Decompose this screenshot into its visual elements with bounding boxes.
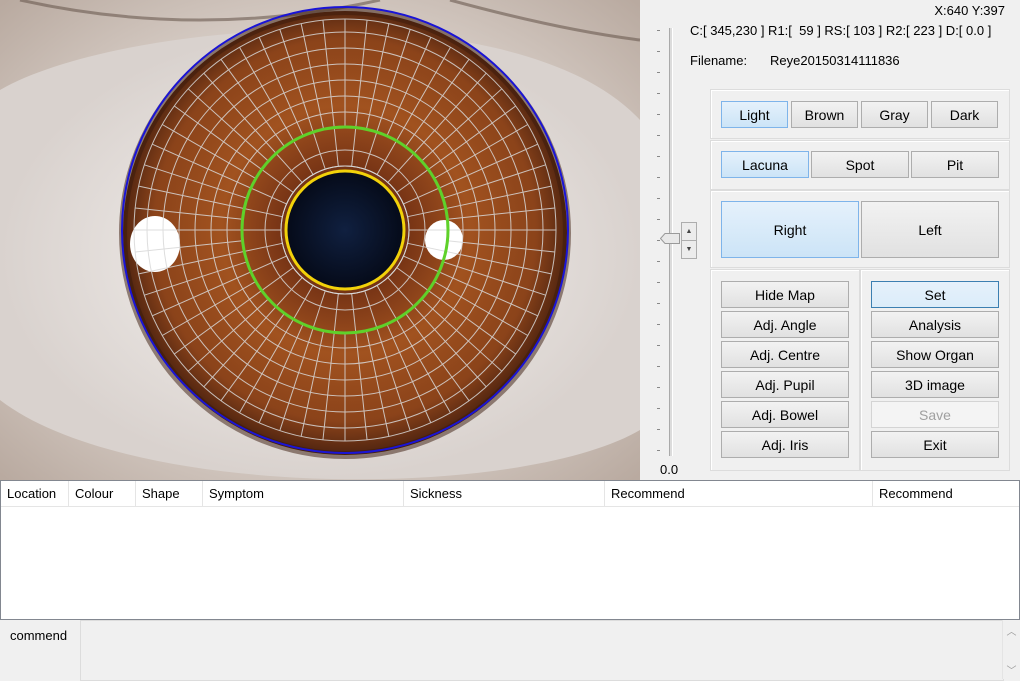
scroll-down-icon[interactable]: ﹀ — [1003, 662, 1020, 677]
dark-button[interactable]: Dark — [931, 101, 998, 128]
slider-tick — [657, 72, 660, 73]
gray-button[interactable]: Gray — [861, 101, 928, 128]
slider-tick — [657, 51, 660, 52]
3d-image-button[interactable]: 3D image — [871, 371, 999, 398]
lacuna-button[interactable]: Lacuna — [721, 151, 809, 178]
slider-tick — [657, 219, 660, 220]
column-header-sickness[interactable]: Sickness — [404, 481, 605, 506]
slider-thumb[interactable] — [660, 232, 680, 244]
slider-tick — [657, 366, 660, 367]
scroll-up-icon[interactable]: ︿ — [1003, 623, 1020, 638]
slider-tick — [657, 387, 660, 388]
reflection-left — [130, 216, 180, 272]
filename-label: Filename: — [690, 53, 748, 68]
slider-tick — [657, 30, 660, 31]
hide-map-button[interactable]: Hide Map — [721, 281, 849, 308]
comment-area: commend ︿ ﹀ — [0, 620, 1020, 681]
slider-tick — [657, 429, 660, 430]
column-header-shape[interactable]: Shape — [136, 481, 203, 506]
slider-tick — [657, 408, 660, 409]
slider-tick — [657, 261, 660, 262]
slider-tick — [657, 177, 660, 178]
slider-tick — [657, 324, 660, 325]
adj-bowel-button[interactable]: Adj. Bowel — [721, 401, 849, 428]
iris-map-canvas[interactable] — [0, 0, 640, 480]
slider-tick — [657, 93, 660, 94]
save-button: Save — [871, 401, 999, 428]
slider-tick — [657, 345, 660, 346]
analysis-button[interactable]: Analysis — [871, 311, 999, 338]
slider-tick — [657, 135, 660, 136]
control-panel: X:640 Y:397 C:[ 345,230 ] R1:[ 59 ] RS:[… — [640, 0, 1020, 480]
comment-textarea[interactable] — [80, 620, 1004, 681]
filename-value: Reye20150314111836 — [770, 53, 900, 68]
slider-tick — [657, 198, 660, 199]
column-header-recommend-2[interactable]: Recommend — [873, 481, 1019, 506]
column-header-colour[interactable]: Colour — [69, 481, 136, 506]
adj-pupil-button[interactable]: Adj. Pupil — [721, 371, 849, 398]
light-button[interactable]: Light — [721, 101, 788, 128]
column-header-location[interactable]: Location — [1, 481, 69, 506]
adj-angle-button[interactable]: Adj. Angle — [721, 311, 849, 338]
slider-tick — [657, 282, 660, 283]
set-button[interactable]: Set — [871, 281, 999, 308]
adj-centre-button[interactable]: Adj. Centre — [721, 341, 849, 368]
cursor-coordinates: X:640 Y:397 — [934, 3, 1005, 18]
comment-scrollbar[interactable]: ︿ ﹀ — [1002, 620, 1020, 679]
slider-tick — [657, 450, 660, 451]
right-eye-button[interactable]: Right — [721, 201, 859, 258]
column-header-recommend[interactable]: Recommend — [605, 481, 873, 506]
comment-label: commend — [10, 628, 68, 643]
circle-parameters: C:[ 345,230 ] R1:[ 59 ] RS:[ 103 ] R2:[ … — [690, 23, 992, 38]
slider-tick — [657, 303, 660, 304]
show-organ-button[interactable]: Show Organ — [871, 341, 999, 368]
results-table[interactable]: Location Colour Shape Symptom Sickness R… — [0, 480, 1020, 620]
exit-button[interactable]: Exit — [871, 431, 999, 458]
slider-tick — [657, 114, 660, 115]
spot-button[interactable]: Spot — [811, 151, 909, 178]
brown-button[interactable]: Brown — [791, 101, 858, 128]
table-header: Location Colour Shape Symptom Sickness R… — [1, 481, 1019, 507]
spin-down-icon[interactable]: ▼ — [682, 241, 696, 258]
left-eye-button[interactable]: Left — [861, 201, 999, 258]
column-header-symptom[interactable]: Symptom — [203, 481, 404, 506]
adj-iris-button[interactable]: Adj. Iris — [721, 431, 849, 458]
spin-up-icon[interactable]: ▲ — [682, 223, 696, 241]
slider-spin-buttons[interactable]: ▲ ▼ — [681, 222, 697, 259]
eye-image-viewport[interactable] — [0, 0, 640, 480]
pit-button[interactable]: Pit — [911, 151, 999, 178]
slider-tick — [657, 156, 660, 157]
slider-value: 0.0 — [660, 462, 679, 477]
